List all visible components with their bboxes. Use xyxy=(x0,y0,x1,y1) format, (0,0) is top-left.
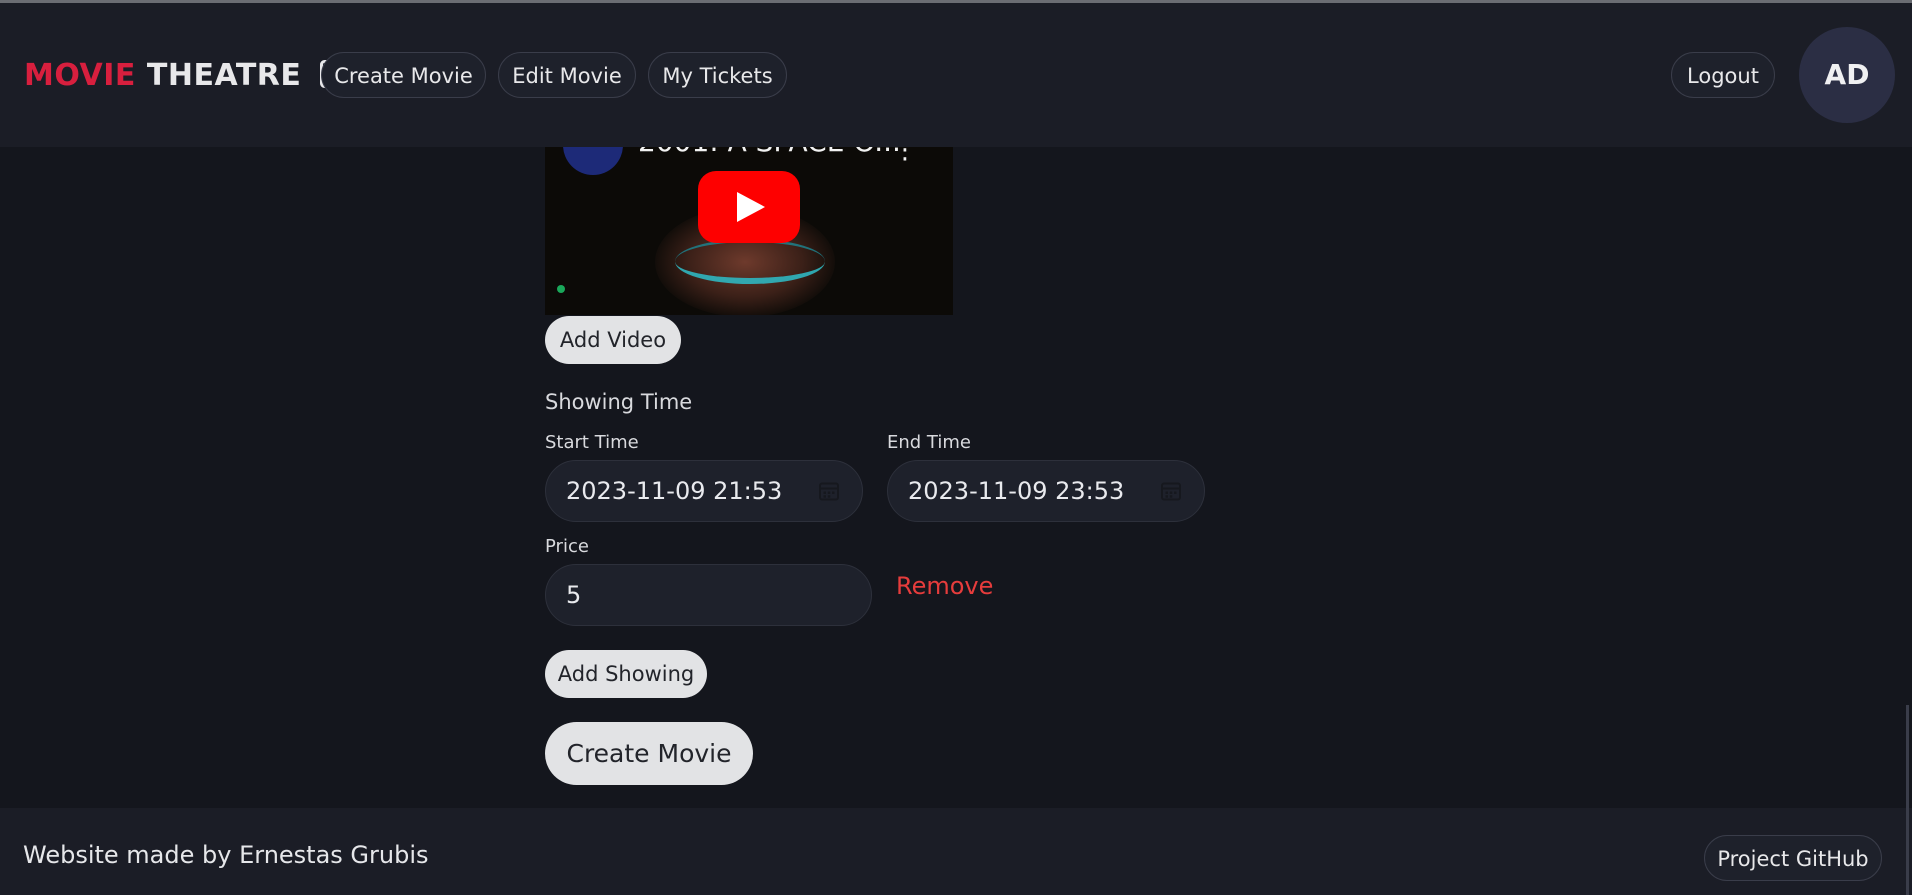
showing-time-heading: Showing Time xyxy=(545,390,693,414)
footer-credit: Website made by Ernestas Grubis xyxy=(23,841,429,869)
brand-logo[interactable]: MOVIE THEATRE xyxy=(24,58,351,96)
create-movie-submit-button[interactable]: Create Movie xyxy=(545,722,753,785)
nav-create-movie[interactable]: Create Movie xyxy=(321,52,486,98)
remove-showing-button[interactable]: Remove xyxy=(896,572,993,600)
add-showing-button[interactable]: Add Showing xyxy=(545,650,707,698)
start-time-label: Start Time xyxy=(545,432,639,453)
more-vert-icon[interactable]: ⋮ xyxy=(892,147,918,165)
nav-my-tickets[interactable]: My Tickets xyxy=(648,52,787,98)
video-thumbnail-visor xyxy=(675,239,825,284)
brand-word-theatre: THEATRE xyxy=(146,58,302,93)
end-time-label: End Time xyxy=(887,432,971,453)
price-input[interactable]: 5 xyxy=(545,564,872,626)
channel-avatar-icon[interactable] xyxy=(563,147,623,175)
start-time-input[interactable]: 2023-11-09 21:53 xyxy=(545,460,863,522)
video-title[interactable]: 2001: A SPACE O... xyxy=(638,147,901,158)
avatar[interactable]: AD xyxy=(1799,27,1895,123)
video-embed[interactable]: 2001: A SPACE O... ⋮ xyxy=(545,147,953,315)
start-time-value: 2023-11-09 21:53 xyxy=(566,477,783,505)
calendar-icon[interactable] xyxy=(818,480,840,502)
video-thumbnail-light xyxy=(557,285,565,293)
end-time-input[interactable]: 2023-11-09 23:53 xyxy=(887,460,1205,522)
end-time-value: 2023-11-09 23:53 xyxy=(908,477,1125,505)
logout-button[interactable]: Logout xyxy=(1671,52,1775,98)
nav-edit-movie[interactable]: Edit Movie xyxy=(498,52,636,98)
price-label: Price xyxy=(545,536,589,557)
add-video-button[interactable]: Add Video xyxy=(545,316,681,364)
page-scrollbar[interactable] xyxy=(1906,705,1909,895)
project-github-button[interactable]: Project GitHub xyxy=(1704,835,1882,881)
site-footer: Website made by Ernestas Grubis Project … xyxy=(0,808,1912,895)
site-header: MOVIE THEATRE Create Movie Edit Movie My… xyxy=(0,3,1912,147)
brand-word-movie: MOVIE xyxy=(24,58,136,93)
price-value: 5 xyxy=(566,581,582,609)
youtube-play-icon[interactable] xyxy=(698,171,800,243)
calendar-icon[interactable] xyxy=(1160,480,1182,502)
